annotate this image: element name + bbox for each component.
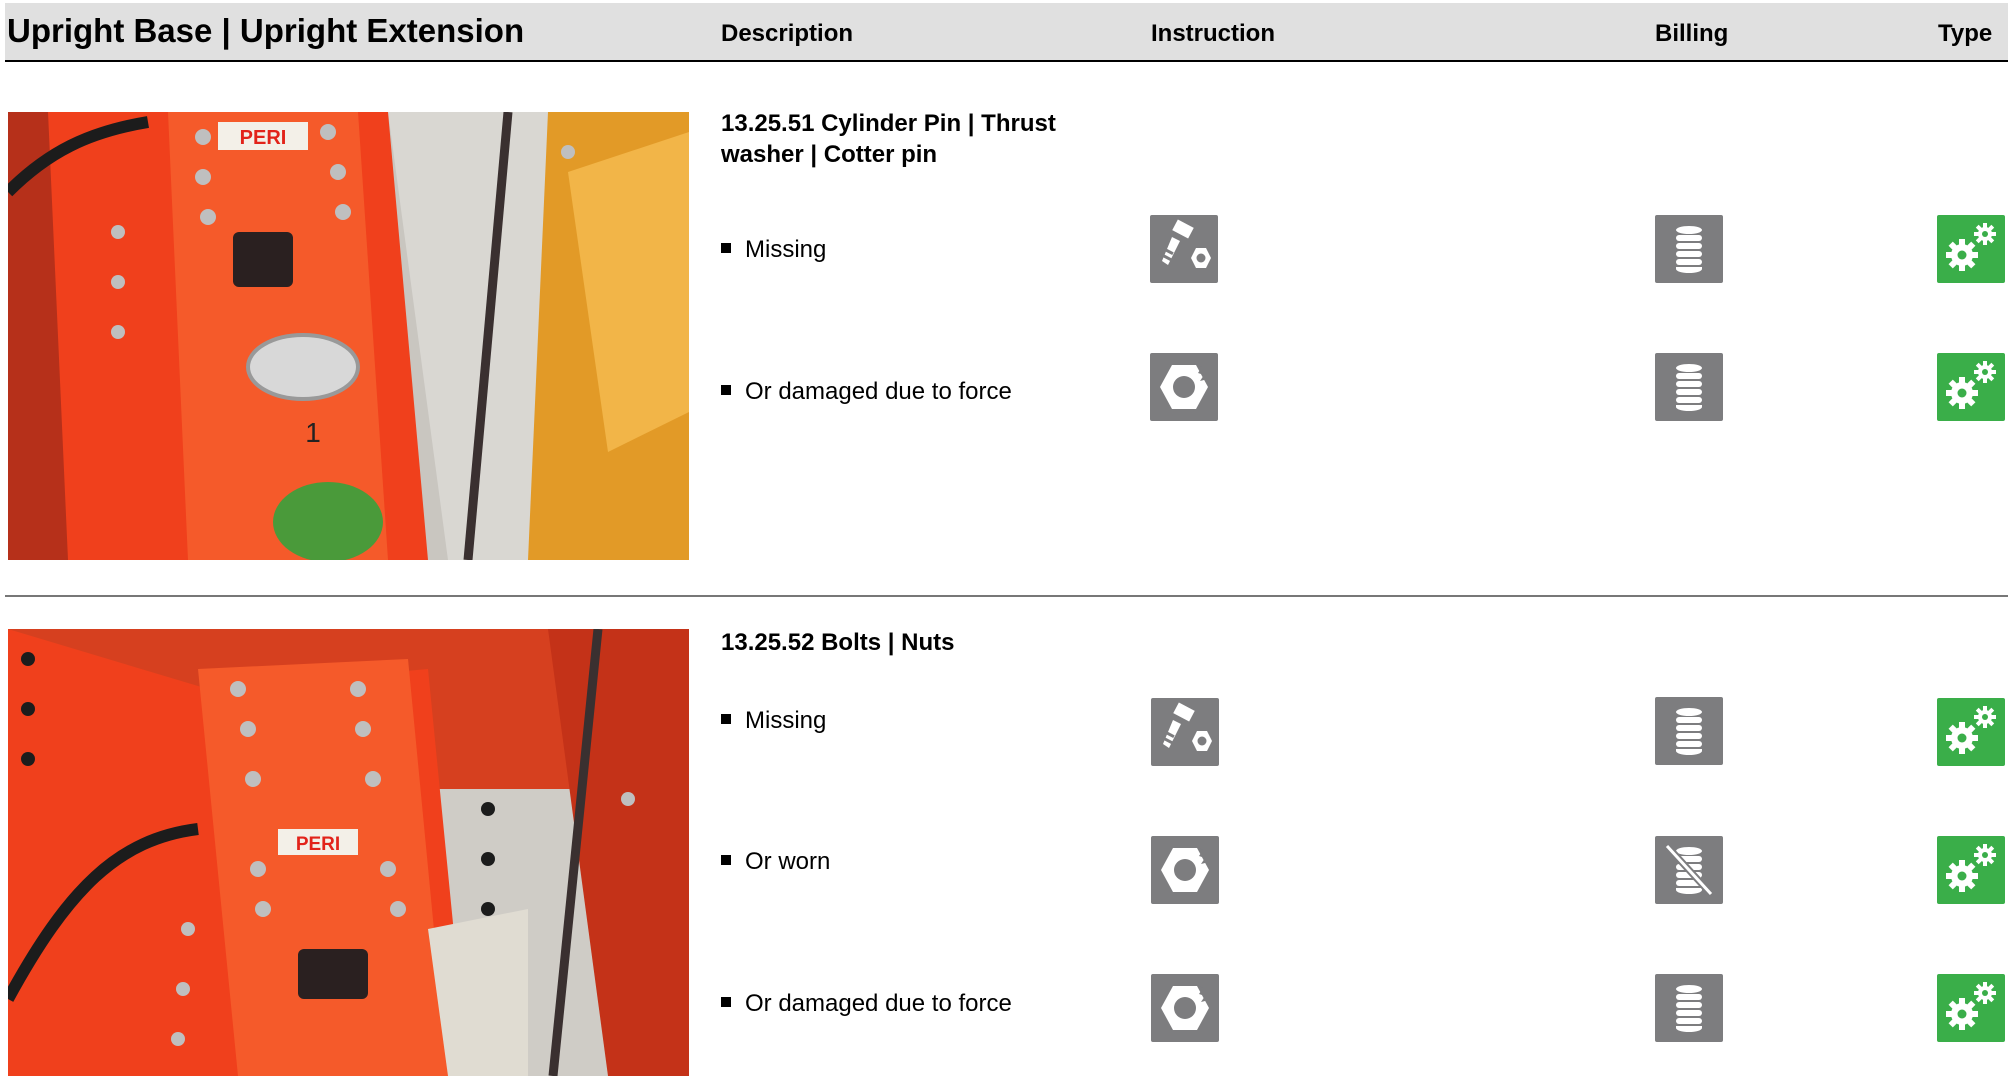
bolt-nut-icon [1150, 215, 1218, 283]
peri-logo-text: PERI [296, 834, 340, 855]
column-header-type: Type [1938, 20, 1993, 47]
list-item: Or damaged due to force [721, 378, 1012, 406]
photo-marking-number: 1 [305, 417, 321, 448]
list-item: Missing [721, 707, 826, 735]
group-divider [5, 595, 2008, 597]
page-title: Upright Base | Upright Extension [7, 12, 525, 49]
item-label: Missing [745, 236, 827, 263]
list-item: Missing [721, 236, 826, 264]
column-header-description: Description [721, 20, 854, 47]
billing-stack-icon [1655, 215, 1723, 283]
column-header-instruction: Instruction [1151, 20, 1275, 47]
item-label: Missing [745, 707, 827, 734]
damaged-nut-icon [1150, 353, 1218, 421]
table-header: Upright Base | Upright Extension Descrip… [5, 3, 2008, 62]
column-header-billing: Billing [1655, 20, 1729, 47]
gears-icon [1937, 974, 2005, 1042]
bullet-icon [721, 385, 731, 395]
billing-stack-icon [1655, 974, 1723, 1042]
item-label: Or damaged due to force [745, 378, 1012, 405]
item-label: Or worn [745, 848, 831, 875]
list-item: Or worn [721, 848, 830, 876]
damaged-nut-icon [1151, 974, 1219, 1042]
group-title-bolts-nuts: 13.25.52 Bolts | Nuts [721, 629, 955, 656]
list-item: Or damaged due to force [721, 990, 1012, 1018]
item-label: Or damaged due to force [745, 990, 1012, 1017]
bolt-nut-icon [1151, 698, 1219, 766]
component-photo-cylinder-pin: PERI 1 [8, 112, 689, 560]
bullet-icon [721, 997, 731, 1007]
bullet-icon [721, 714, 731, 724]
component-photo-bolts-nuts: PERI [8, 629, 689, 1076]
billing-stack-icon [1655, 353, 1723, 421]
bullet-icon [721, 855, 731, 865]
group-title-cylinder-pin: 13.25.51 Cylinder Pin | Thrust washer | … [721, 110, 1056, 168]
gears-icon [1937, 353, 2005, 421]
no-billing-icon [1655, 836, 1723, 904]
bullet-icon [721, 243, 731, 253]
damaged-nut-icon [1151, 836, 1219, 904]
gears-icon [1937, 698, 2005, 766]
gears-icon [1937, 215, 2005, 283]
billing-stack-icon [1655, 697, 1723, 765]
peri-logo-text: PERI [240, 127, 287, 149]
gears-icon [1937, 836, 2005, 904]
